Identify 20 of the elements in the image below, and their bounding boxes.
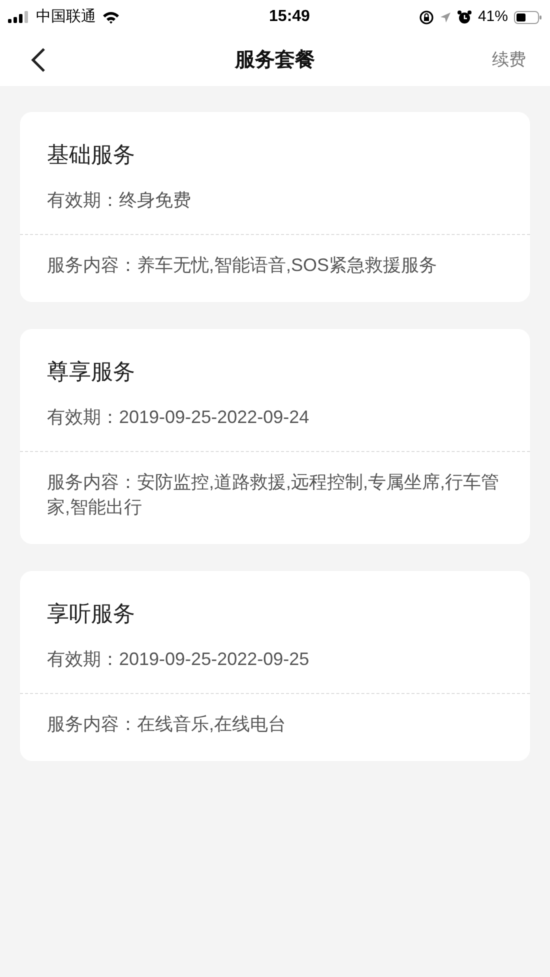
wifi-icon [102, 10, 120, 24]
service-content-text: 服务内容：安防监控,道路救援,远程控制,专属坐席,行车管家,智能出行 [47, 471, 500, 519]
battery-icon [514, 10, 542, 24]
signal-icon [8, 11, 30, 23]
rotation-lock-icon [418, 10, 434, 24]
validity-text: 有效期：2019-09-25-2022-09-25 [47, 648, 310, 671]
service-content-text: 服务内容：在线音乐,在线电台 [47, 713, 288, 736]
service-content-text: 服务内容：养车无忧,智能语音,SOS紧急救援服务 [47, 254, 438, 277]
service-title: 基础服务 [47, 141, 136, 169]
location-icon [440, 12, 451, 22]
page-title: 服务套餐 [235, 48, 315, 73]
validity-text: 有效期：终身免费 [47, 189, 192, 212]
service-title: 享听服务 [47, 600, 136, 628]
alarm-icon [456, 10, 472, 24]
clock-time: 15:49 [269, 7, 310, 27]
validity-text: 有效期：2019-09-25-2022-09-24 [47, 406, 310, 429]
renew-link[interactable]: 续费 [492, 47, 526, 73]
battery-percent: 41% [478, 6, 508, 27]
carrier-name: 中国联通 [36, 6, 96, 27]
service-title: 尊享服务 [47, 358, 136, 386]
